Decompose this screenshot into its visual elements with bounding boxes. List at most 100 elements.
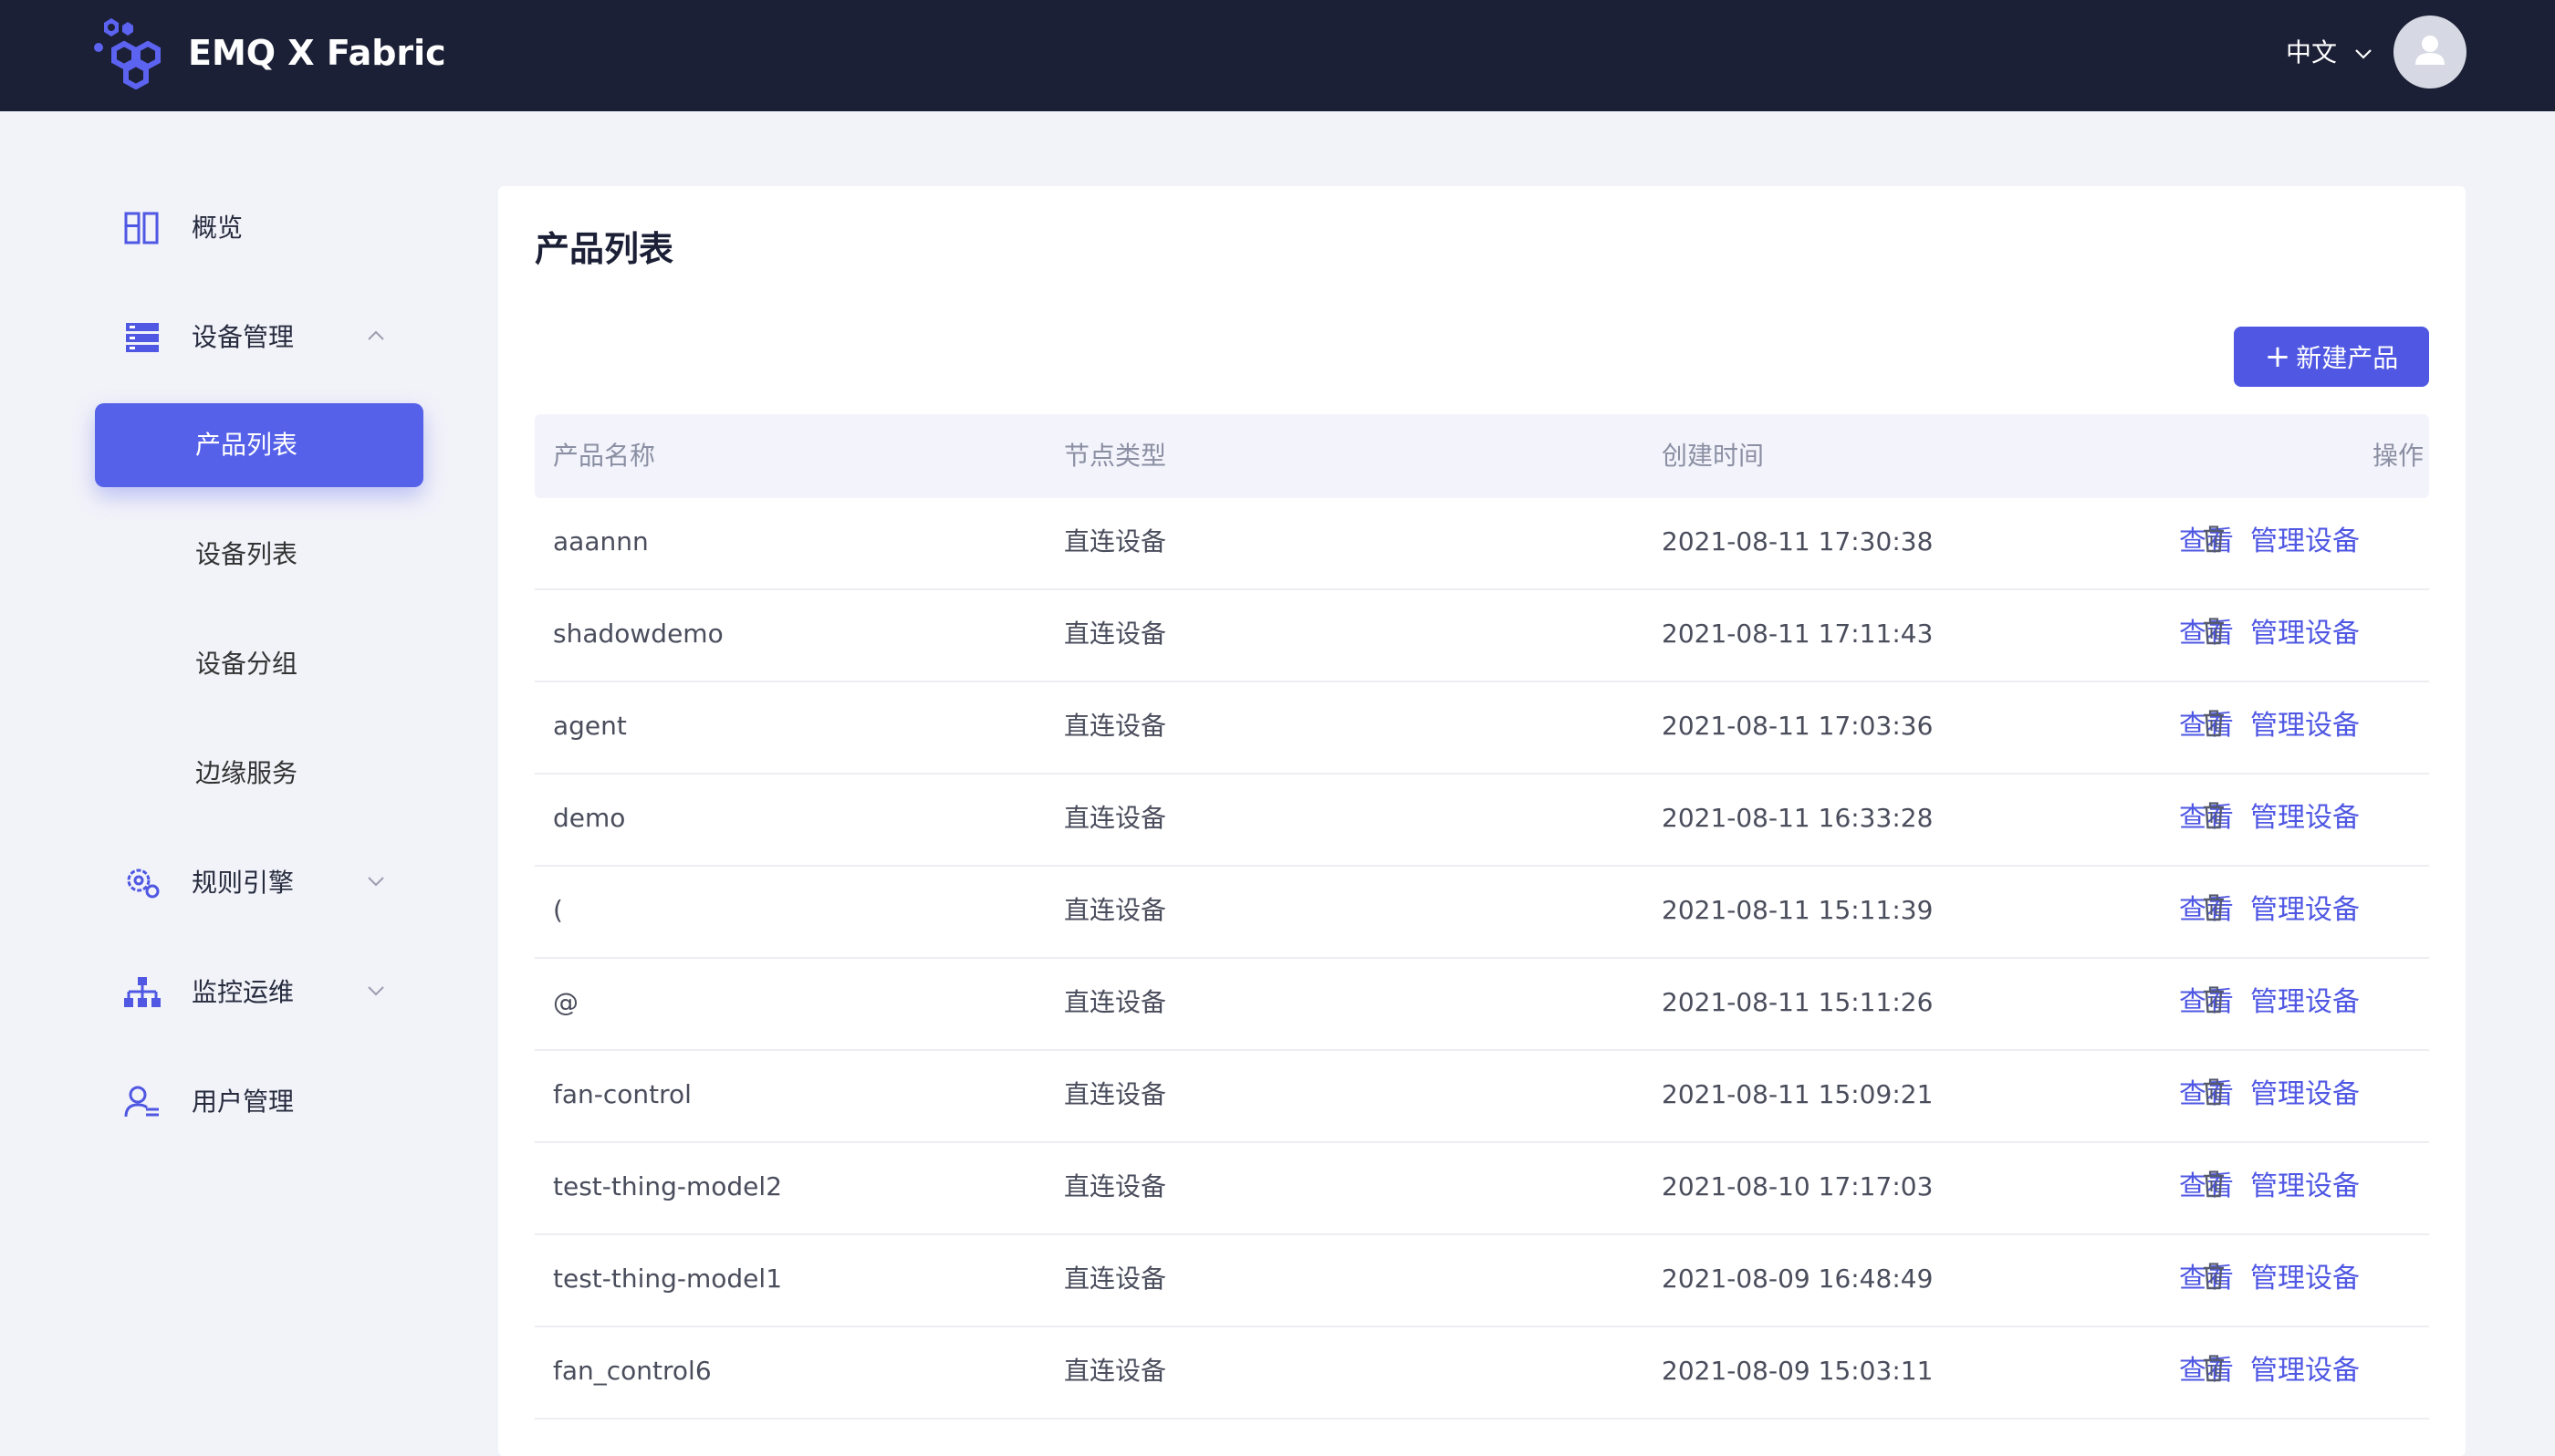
dashboard-icon [124,212,159,244]
trash-icon[interactable] [2202,894,2226,921]
sidebar: 概览 设备管理 产品列表 设备列表 设备分组 边缘服务 规则引擎 监控运维 用户… [0,111,493,1456]
created-time-cell: 2021-08-11 17:03:36 [1662,711,1934,741]
table-row: shadowdemo 直连设备 2021-08-11 17:11:43 查看 管理… [535,590,2429,682]
node-type-cell: 直连设备 [1064,895,1167,925]
user-management-icon [124,1086,159,1118]
node-type-cell: 直连设备 [1064,987,1167,1017]
sidebar-item-overview[interactable]: 概览 [95,199,442,257]
new-product-label: 新建产品 [2296,343,2399,373]
product-name-cell: aaannn [553,526,649,556]
table-row: fan_control6 直连设备 2021-08-09 15:03:11 查看… [535,1327,2429,1420]
table-row: test-thing-model2 直连设备 2021-08-10 17:17:… [535,1143,2429,1235]
manage-devices-link[interactable]: 管理设备 [2250,710,2360,742]
sidebar-subitem-device-groups[interactable]: 设备分组 [95,622,423,706]
node-type-cell: 直连设备 [1064,1356,1167,1386]
table-header: 产品名称 节点类型 创建时间 操作 [535,414,2429,498]
table-row: ( 直连设备 2021-08-11 15:11:39 查看 管理设备 [535,867,2429,959]
table-row: fan-control 直连设备 2021-08-11 15:09:21 查看管… [535,1051,2429,1143]
node-type-cell: 直连设备 [1064,803,1167,833]
manage-devices-link[interactable]: 管理设备 [2250,1170,2360,1202]
column-header-actions: 操作 [2372,441,2425,471]
trash-icon[interactable] [2202,1078,2226,1106]
created-time-cell: 2021-08-11 16:33:28 [1662,803,1934,833]
org-chart-icon [124,977,161,1007]
column-header-name: 产品名称 [553,441,656,471]
sidebar-subitem-label: 设备分组 [195,649,298,679]
node-type-cell: 直连设备 [1064,1171,1167,1201]
product-name-cell: shadowdemo [553,619,724,649]
plus-icon: + [2264,338,2291,375]
product-name-cell: demo [553,803,626,833]
manage-devices-link[interactable]: 管理设备 [2250,618,2360,650]
sidebar-item-user-management[interactable]: 用户管理 [95,1073,442,1131]
table-row: agent 直连设备 2021-08-11 17:03:36 查看 管理设备 [535,682,2429,775]
sidebar-subitem-device-list[interactable]: 设备列表 [95,513,423,597]
trash-icon[interactable] [2202,1263,2226,1290]
chevron-up-icon [368,330,384,340]
chevron-down-icon [368,986,384,996]
node-type-cell: 直连设备 [1064,1264,1167,1294]
trash-icon[interactable] [2202,618,2226,645]
trash-icon[interactable] [2202,1170,2226,1198]
node-type-cell: 直连设备 [1064,526,1167,556]
created-time-cell: 2021-08-11 17:30:38 [1662,526,1934,556]
trash-icon[interactable] [2202,1355,2226,1382]
product-name-cell: agent [553,711,627,741]
sidebar-subitem-label: 设备列表 [195,539,298,569]
trash-icon[interactable] [2202,710,2226,737]
sidebar-subitem-label: 边缘服务 [195,758,298,788]
created-time-cell: 2021-08-11 15:09:21 [1662,1079,1934,1109]
sidebar-item-label: 用户管理 [192,1087,295,1117]
sidebar-item-rule-engine[interactable]: 规则引擎 [95,854,442,912]
language-switcher[interactable]: 中文 [2286,27,2372,78]
manage-devices-link[interactable]: 管理设备 [2250,986,2360,1018]
brand-name: EMQ X Fabric [188,33,446,73]
manage-devices-link[interactable]: 管理设备 [2250,1355,2360,1387]
created-time-cell: 2021-08-10 17:17:03 [1662,1171,1934,1201]
table-row: test-thing-model1 直连设备 2021-08-09 16:48:… [535,1235,2429,1327]
product-name-cell: @ [553,987,579,1017]
page-title: 产品列表 [535,229,674,269]
table-row: @ 直连设备 2021-08-11 15:11:26 查看 管理设备 [535,959,2429,1051]
trash-icon[interactable] [2202,525,2226,553]
trash-icon[interactable] [2202,986,2226,1014]
created-time-cell: 2021-08-09 15:03:11 [1662,1356,1934,1386]
created-time-cell: 2021-08-09 16:48:49 [1662,1264,1934,1294]
column-header-type: 节点类型 [1064,441,1167,471]
chevron-down-icon [368,877,384,887]
product-name-cell: test-thing-model2 [553,1171,783,1201]
manage-devices-link[interactable]: 管理设备 [2250,525,2360,557]
sidebar-item-label: 概览 [192,213,244,243]
manage-devices-link[interactable]: 管理设备 [2250,1263,2360,1295]
product-name-cell: fan-control [553,1079,692,1109]
node-type-cell: 直连设备 [1064,1079,1167,1109]
sidebar-item-device-management[interactable]: 设备管理 [95,308,442,367]
sidebar-item-label: 监控运维 [192,977,295,1007]
created-time-cell: 2021-08-11 17:11:43 [1662,619,1934,649]
product-table-body: aaannn 直连设备 2021-08-11 17:30:38 查看 管理设备 s… [535,498,2429,1420]
sidebar-subitem-label: 产品列表 [195,430,298,460]
manage-devices-link[interactable]: 管理设备 [2250,894,2360,926]
emqx-logo-icon [94,18,161,89]
manage-devices-link[interactable]: 管理设备 [2250,1078,2360,1110]
table-row: aaannn 直连设备 2021-08-11 17:30:38 查看 管理设备 [535,498,2429,590]
sidebar-item-label: 设备管理 [192,322,295,352]
created-time-cell: 2021-08-11 15:11:26 [1662,987,1934,1017]
manage-devices-link[interactable]: 管理设备 [2250,802,2360,834]
sidebar-item-label: 规则引擎 [192,868,295,898]
chevron-down-icon [2355,49,2372,59]
user-avatar[interactable] [2393,16,2466,88]
new-product-button[interactable]: + 新建产品 [2234,327,2429,387]
sidebar-subitem-product-list[interactable]: 产品列表 [95,403,423,487]
trash-icon[interactable] [2202,802,2226,829]
node-type-cell: 直连设备 [1064,711,1167,741]
node-type-cell: 直连设备 [1064,619,1167,649]
sidebar-item-monitoring[interactable]: 监控运维 [95,963,442,1022]
user-icon [2415,36,2445,65]
product-list-panel: 产品列表 + 新建产品 产品名称 节点类型 创建时间 操作 aaannn 直连设备… [498,186,2466,1456]
product-name-cell: fan_control6 [553,1356,712,1386]
top-header: EMQ X Fabric 中文 [0,0,2555,111]
sidebar-subitem-edge-services[interactable]: 边缘服务 [95,732,423,816]
device-management-icon [126,323,159,352]
created-time-cell: 2021-08-11 15:11:39 [1662,895,1934,925]
